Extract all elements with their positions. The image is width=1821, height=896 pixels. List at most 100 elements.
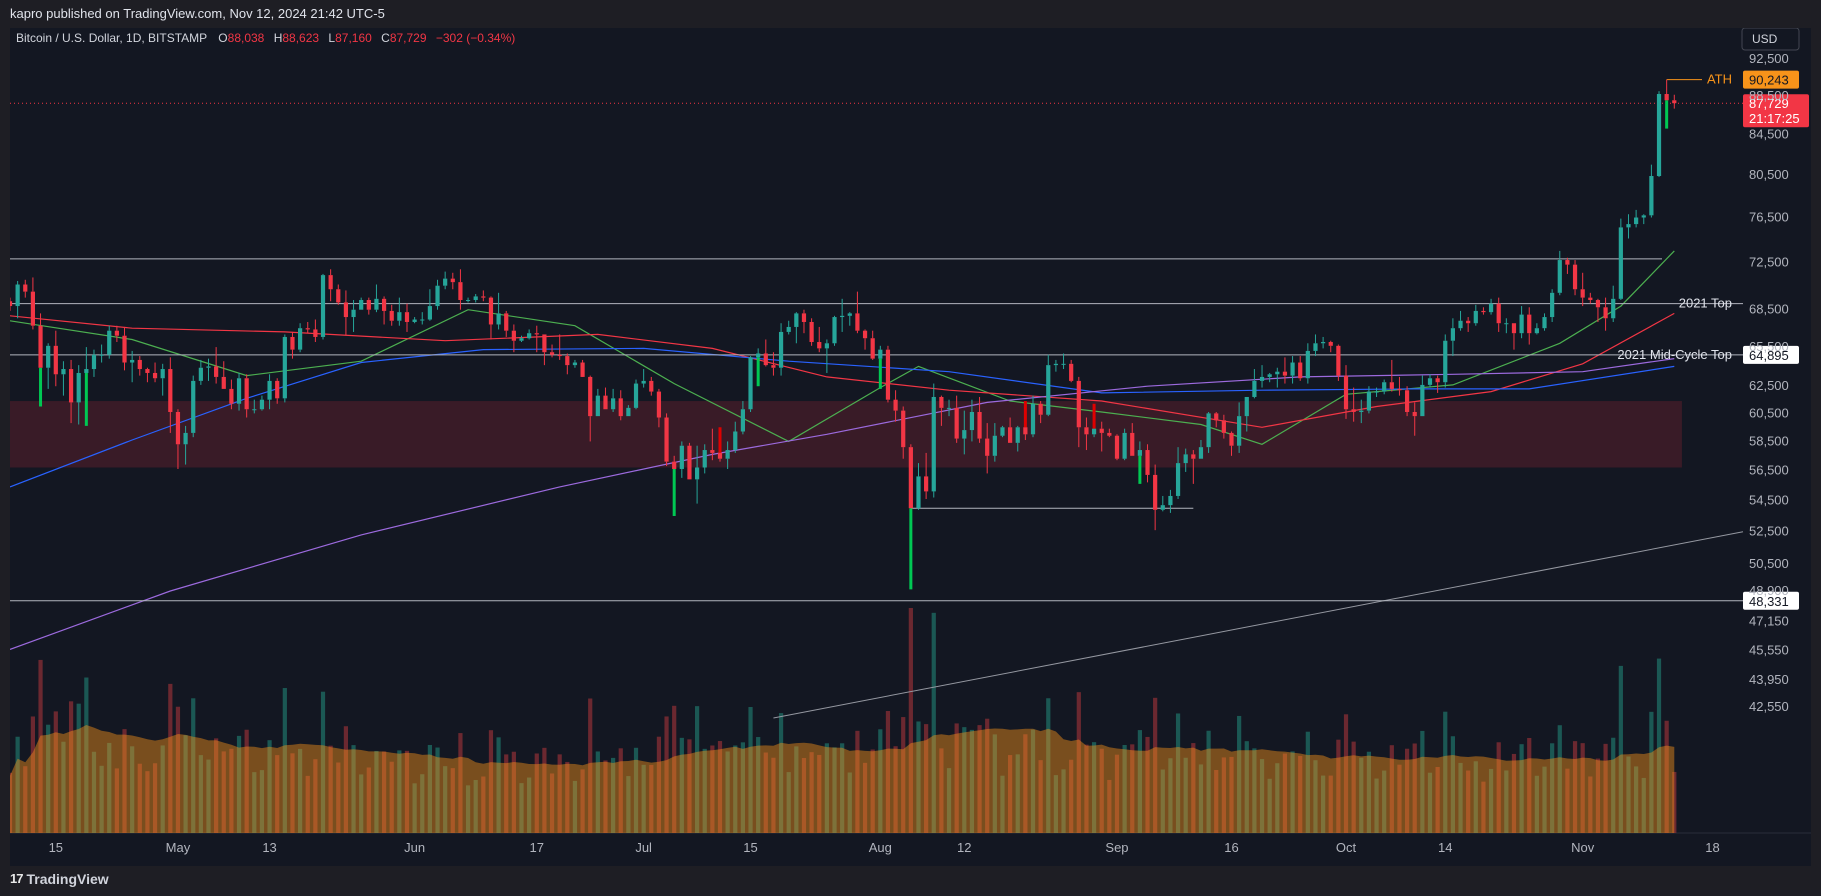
consolidation-zone: [10, 401, 1682, 468]
candle-body: [1557, 260, 1562, 293]
x-tick-label: Jul: [635, 840, 652, 855]
level-label: 2021 Top: [1679, 296, 1732, 311]
candle-body: [756, 353, 761, 358]
candle-body: [1542, 317, 1547, 329]
candle-body: [939, 396, 944, 408]
candle-body: [1298, 362, 1303, 379]
candle-body: [267, 380, 272, 400]
candle-body: [130, 359, 135, 363]
currency-button-label[interactable]: USD: [1752, 32, 1778, 46]
candle-body: [1061, 363, 1066, 365]
candle-body: [1145, 450, 1150, 475]
currency-button[interactable]: USD: [1741, 28, 1800, 51]
candle-body: [412, 319, 417, 322]
candle-body: [229, 388, 234, 404]
candle-body: [313, 329, 318, 337]
y-tick-label: 45,550: [1749, 642, 1789, 657]
candle-body: [954, 407, 959, 439]
candle-body: [656, 391, 662, 418]
candle-body: [450, 278, 455, 283]
candle: [1206, 411, 1211, 453]
candle-body: [1214, 413, 1219, 421]
candle-body: [214, 366, 219, 377]
candle-body: [1366, 391, 1372, 411]
candle: [1618, 218, 1623, 301]
candle-body: [1084, 427, 1089, 435]
candle-body: [1649, 176, 1654, 216]
candle-body: [1603, 307, 1608, 319]
candle-body: [962, 430, 967, 439]
price-chart[interactable]: 2021 Top2021 Mid-Cycle Top 64,89548,331AT…: [10, 28, 1811, 866]
candle: [633, 379, 639, 410]
x-tick-label: 15: [743, 840, 757, 855]
candle-body: [893, 399, 898, 411]
candle-body: [725, 450, 730, 459]
candle-body: [702, 450, 707, 468]
candle-body: [1328, 342, 1333, 346]
candle: [832, 315, 837, 346]
candle-body: [1634, 217, 1639, 225]
candle-body: [68, 369, 74, 403]
x-tick-label: Nov: [1571, 840, 1595, 855]
candle-body: [1038, 403, 1043, 415]
candle-body: [1259, 376, 1265, 381]
candle-body: [672, 461, 677, 469]
candle-body: [1153, 474, 1158, 510]
candle-body: [885, 349, 891, 400]
candle: [1336, 344, 1341, 381]
candle-body: [473, 296, 478, 301]
candle-body: [542, 334, 547, 353]
candle-body: [740, 409, 745, 432]
candle-body: [618, 398, 623, 417]
tradingview-logo-icon: 17: [10, 871, 24, 886]
candle-body: [1091, 428, 1097, 435]
candle-body: [817, 342, 822, 349]
candle-body: [1404, 390, 1410, 412]
candle-body: [1389, 382, 1394, 389]
candle-body: [336, 289, 341, 303]
candle-body: [1160, 505, 1165, 510]
x-tick-label: 17: [530, 840, 544, 855]
candle-body: [320, 275, 326, 337]
candle-body: [809, 321, 814, 343]
candle-body: [46, 345, 51, 368]
candle-body: [1305, 350, 1310, 379]
candle-body: [611, 398, 616, 410]
candle: [38, 313, 43, 407]
candle-body: [832, 317, 837, 344]
candle-body: [374, 298, 379, 310]
candle-body: [1023, 427, 1028, 435]
candle: [1443, 334, 1448, 388]
candle-body: [572, 362, 578, 366]
candle-body: [595, 395, 600, 417]
candle-body: [985, 438, 990, 456]
candle-body: [1565, 260, 1570, 265]
candle-body: [290, 336, 295, 350]
candle-body: [603, 395, 608, 410]
candle-body: [1397, 388, 1402, 391]
candle-body: [924, 476, 929, 492]
footer-brand: 17 TradingView: [10, 866, 109, 892]
published-header: kapro published on TradingView.com, Nov …: [0, 0, 1821, 28]
x-tick-label: 13: [262, 840, 276, 855]
candle-body: [30, 291, 36, 326]
candle-body: [76, 372, 81, 403]
candle-body: [10, 301, 13, 307]
candle-body: [1069, 363, 1074, 381]
y-tick-label: 68,500: [1749, 302, 1789, 317]
legend-low: 87,160: [335, 31, 372, 45]
candle: [1114, 434, 1120, 461]
legend-close-label: C: [381, 31, 390, 45]
candle-body: [946, 407, 952, 409]
current-price-countdown: 21:17:25: [1749, 111, 1800, 126]
tradingview-brand-text: TradingView: [26, 871, 109, 887]
candle-body: [588, 376, 593, 417]
legend-change: −302 (−0.34%): [436, 31, 515, 45]
candle-body: [1450, 328, 1455, 341]
candle-body: [824, 343, 829, 349]
candle-body: [862, 330, 868, 339]
candle: [1656, 91, 1662, 178]
candle-body: [91, 354, 97, 370]
y-tick-label: 76,500: [1749, 210, 1789, 225]
candle-body: [389, 310, 394, 321]
